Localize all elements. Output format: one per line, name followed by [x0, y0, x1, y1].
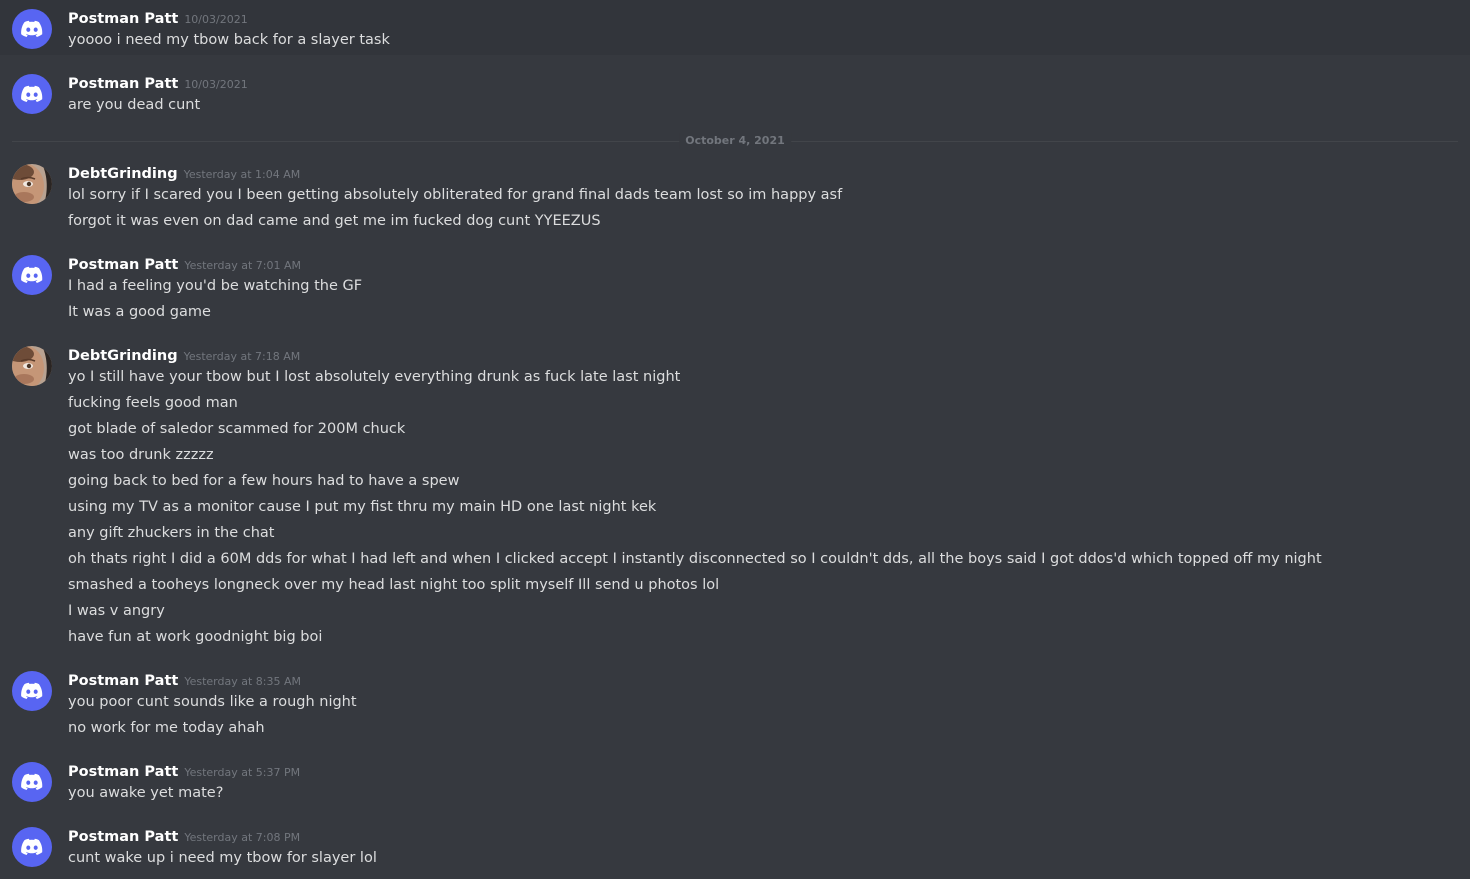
message-text: are you dead cunt	[68, 97, 201, 113]
discord-default-avatar-icon[interactable]	[12, 762, 52, 802]
message-text: got blade of saledor scammed for 200M ch…	[68, 421, 406, 437]
message-group: Postman Patt 10/03/2021 are you dead cunt	[0, 64, 1470, 124]
message-group: Postman Patt Yesterday at 8:35 AM you poo…	[0, 662, 1470, 742]
timestamp[interactable]: Yesterday at 7:01 AM	[184, 259, 301, 272]
message-text: I had a feeling you'd be watching the GF	[68, 278, 363, 294]
user-photo-avatar-icon[interactable]	[12, 164, 52, 204]
discord-default-avatar-icon[interactable]	[12, 9, 52, 49]
message-text: no work for me today ahah	[68, 720, 265, 736]
username[interactable]: Postman Patt	[68, 76, 178, 92]
timestamp[interactable]: Yesterday at 7:08 PM	[184, 831, 300, 844]
username[interactable]: Postman Patt	[68, 764, 178, 780]
username[interactable]: Postman Patt	[68, 257, 178, 273]
message-text: yo I still have your tbow but I lost abs…	[68, 369, 681, 385]
date-divider-label: October 4, 2021	[679, 133, 791, 149]
message-text: smashed a tooheys longneck over my head …	[68, 577, 720, 593]
message-text: you poor cunt sounds like a rough night	[68, 694, 357, 710]
message-text: It was a good game	[68, 304, 211, 320]
message-text: I was v angry	[68, 603, 165, 619]
timestamp[interactable]: Yesterday at 7:18 AM	[184, 350, 301, 363]
message-text: yoooo i need my tbow back for a slayer t…	[68, 32, 390, 48]
message-group: Postman Patt Yesterday at 5:37 PM you awa…	[0, 753, 1470, 811]
discord-default-avatar-icon[interactable]	[12, 827, 52, 867]
discord-default-avatar-icon[interactable]	[12, 255, 52, 295]
timestamp[interactable]: Yesterday at 5:37 PM	[184, 766, 300, 779]
timestamp[interactable]: Yesterday at 1:04 AM	[184, 168, 301, 181]
message-text: using my TV as a monitor cause I put my …	[68, 499, 657, 515]
username[interactable]: DebtGrinding	[68, 348, 178, 364]
message-group: DebtGrinding Yesterday at 1:04 AM lol sor…	[0, 155, 1470, 235]
message-text: any gift zhuckers in the chat	[68, 525, 275, 541]
timestamp[interactable]: 10/03/2021	[184, 13, 247, 26]
message-text: have fun at work goodnight big boi	[68, 629, 323, 645]
message-group: Postman Patt Yesterday at 7:01 AM I had a…	[0, 246, 1470, 326]
message-text: oh thats right I did a 60M dds for what …	[68, 551, 1322, 567]
message-text: going back to bed for a few hours had to…	[68, 473, 460, 489]
username[interactable]: Postman Patt	[68, 829, 178, 845]
username[interactable]: Postman Patt	[68, 673, 178, 689]
message-text: was too drunk zzzzz	[68, 447, 214, 463]
message-text: cunt wake up i need my tbow for slayer l…	[68, 850, 377, 866]
username[interactable]: Postman Patt	[68, 11, 178, 27]
message-text: forgot it was even on dad came and get m…	[68, 213, 601, 229]
message-group: Postman Patt Yesterday at 7:08 PM cunt wa…	[0, 818, 1470, 879]
message-group: DebtGrinding Yesterday at 7:18 AM yo I st…	[0, 337, 1470, 651]
date-divider: October 4, 2021	[12, 133, 1458, 149]
timestamp[interactable]: Yesterday at 8:35 AM	[184, 675, 301, 688]
discord-default-avatar-icon[interactable]	[12, 671, 52, 711]
message-text: lol sorry if I scared you I been getting…	[68, 187, 843, 203]
username[interactable]: DebtGrinding	[68, 166, 178, 182]
discord-default-avatar-icon[interactable]	[12, 74, 52, 114]
timestamp[interactable]: 10/03/2021	[184, 78, 247, 91]
message-list[interactable]: Postman Patt 10/03/2021 yoooo i need my t…	[0, 0, 1470, 879]
message-text: you awake yet mate?	[68, 785, 224, 801]
message-text: fucking feels good man	[68, 395, 238, 411]
user-photo-avatar-icon[interactable]	[12, 346, 52, 386]
message-group: Postman Patt 10/03/2021 yoooo i need my t…	[0, 0, 1470, 55]
